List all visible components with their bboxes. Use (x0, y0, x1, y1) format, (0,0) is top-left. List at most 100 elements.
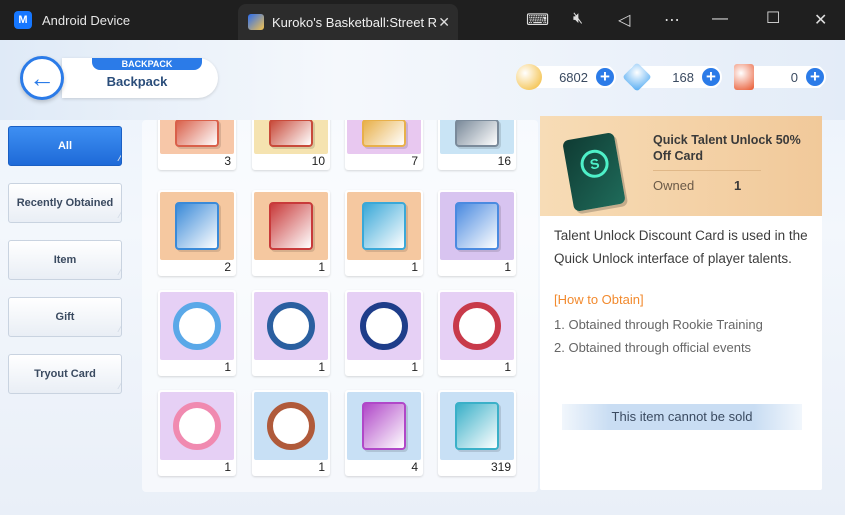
item-count: 1 (411, 360, 418, 374)
tab-all[interactable]: All (8, 126, 122, 166)
item-slot[interactable]: 319 (438, 390, 516, 476)
currency-gold: 6802 + (516, 64, 616, 90)
item-slot[interactable]: 16 (438, 120, 516, 170)
item-icon (360, 302, 408, 350)
item-image (347, 292, 421, 360)
item-count: 3 (224, 154, 231, 168)
talent-card-icon (562, 132, 626, 212)
currency-diamond-value: 168 (672, 69, 694, 85)
item-slot[interactable]: 1 (252, 190, 330, 276)
item-image (347, 392, 421, 460)
item-name: Quick Talent Unlock 50% Off Card (653, 133, 801, 163)
category-tabs: All Recently Obtained Item Gift Tryout C… (8, 126, 124, 411)
item-count: 1 (318, 460, 325, 474)
tab-recently-obtained[interactable]: Recently Obtained (8, 183, 122, 223)
game-screen: BACKPACK Backpack ← 6802 + 168 + 0 + All… (0, 40, 845, 515)
item-icon (362, 402, 406, 450)
back-nav-icon[interactable]: ◁ (618, 10, 630, 30)
item-slot[interactable]: 1 (252, 290, 330, 376)
page-header: BACKPACK Backpack (62, 58, 218, 98)
more-icon[interactable]: ⋯ (664, 10, 680, 30)
maximize-icon[interactable]: ☐ (766, 8, 780, 28)
item-slot[interactable]: 1 (438, 190, 516, 276)
obtain-step: 1. Obtained through Rookie Training (554, 317, 763, 332)
currency-ticket: 0 + (734, 64, 826, 90)
item-slot[interactable]: 1 (158, 390, 236, 476)
item-count: 1 (504, 260, 511, 274)
item-count: 2 (224, 260, 231, 274)
item-slot[interactable]: 1 (345, 290, 423, 376)
add-gold-button[interactable]: + (594, 66, 616, 88)
item-image (347, 192, 421, 260)
keyboard-icon[interactable]: ⌨ (526, 10, 549, 30)
item-slot[interactable]: 4 (345, 390, 423, 476)
item-image (254, 292, 328, 360)
item-slot[interactable]: 1 (438, 290, 516, 376)
item-icon (173, 402, 221, 450)
mute-icon[interactable]: 🔇︎ (573, 10, 583, 28)
page-badge: BACKPACK (92, 58, 202, 70)
item-image (160, 192, 234, 260)
owned-label: Owned (653, 178, 695, 193)
close-window-icon[interactable]: ✕ (814, 10, 827, 30)
item-icon (269, 120, 313, 147)
item-detail-panel: Quick Talent Unlock 50% Off Card Owned 1… (540, 116, 822, 490)
minimize-icon[interactable]: — (712, 10, 728, 28)
item-slot[interactable]: 1 (345, 190, 423, 276)
app-logo-icon: M (14, 11, 32, 29)
item-image (440, 192, 514, 260)
close-tab-icon[interactable]: ✕ (438, 14, 450, 31)
item-count: 1 (504, 360, 511, 374)
item-image (440, 392, 514, 460)
item-icon (175, 202, 219, 250)
item-slot[interactable]: 10 (252, 120, 330, 170)
item-count: 1 (411, 260, 418, 274)
back-button[interactable]: ← (20, 56, 64, 100)
item-slot[interactable]: 2 (158, 190, 236, 276)
item-count: 16 (497, 154, 511, 168)
item-image (160, 292, 234, 360)
item-icon (362, 120, 406, 147)
item-image (160, 392, 234, 460)
cannot-sell-notice: This item cannot be sold (562, 404, 802, 430)
item-slot[interactable]: 7 (345, 120, 423, 170)
item-detail-header: Quick Talent Unlock 50% Off Card Owned 1 (540, 116, 822, 216)
item-icon (175, 120, 219, 147)
item-description: Talent Unlock Discount Card is used in t… (554, 228, 808, 266)
add-diamond-button[interactable]: + (700, 66, 722, 88)
item-image (254, 192, 328, 260)
add-ticket-button[interactable]: + (804, 66, 826, 88)
item-icon (269, 202, 313, 250)
currency-ticket-value: 0 (790, 69, 798, 85)
tab-tryout-card[interactable]: Tryout Card (8, 354, 122, 394)
game-icon (248, 14, 264, 30)
item-count: 1 (224, 360, 231, 374)
owned-value: 1 (734, 178, 742, 193)
divider (653, 170, 761, 171)
gold-coin-icon (516, 64, 542, 90)
tab-gift[interactable]: Gift (8, 297, 122, 337)
tab-android-device[interactable]: M Android Device (14, 8, 130, 32)
item-image (440, 292, 514, 360)
item-count: 1 (224, 460, 231, 474)
item-icon (455, 120, 499, 147)
currency-diamond: 168 + (622, 62, 722, 92)
item-icon (455, 202, 499, 250)
tab-android-device-label: Android Device (42, 12, 131, 28)
tab-item[interactable]: Item (8, 240, 122, 280)
item-slot[interactable]: 1 (252, 390, 330, 476)
ticket-icon (734, 64, 754, 90)
item-icon (362, 202, 406, 250)
item-image (347, 120, 421, 154)
tab-game[interactable]: Kuroko's Basketball:Street Rivals ✕ (238, 4, 458, 40)
tab-game-label: Kuroko's Basketball:Street Rivals (272, 14, 437, 30)
item-icon (267, 402, 315, 450)
item-count: 1 (318, 260, 325, 274)
item-image (440, 120, 514, 154)
item-slot[interactable]: 3 (158, 120, 236, 170)
item-slot[interactable]: 1 (158, 290, 236, 376)
how-to-obtain-heading: [How to Obtain] (554, 292, 644, 307)
item-icon (455, 402, 499, 450)
item-count: 10 (311, 154, 325, 168)
item-count: 7 (411, 154, 418, 168)
